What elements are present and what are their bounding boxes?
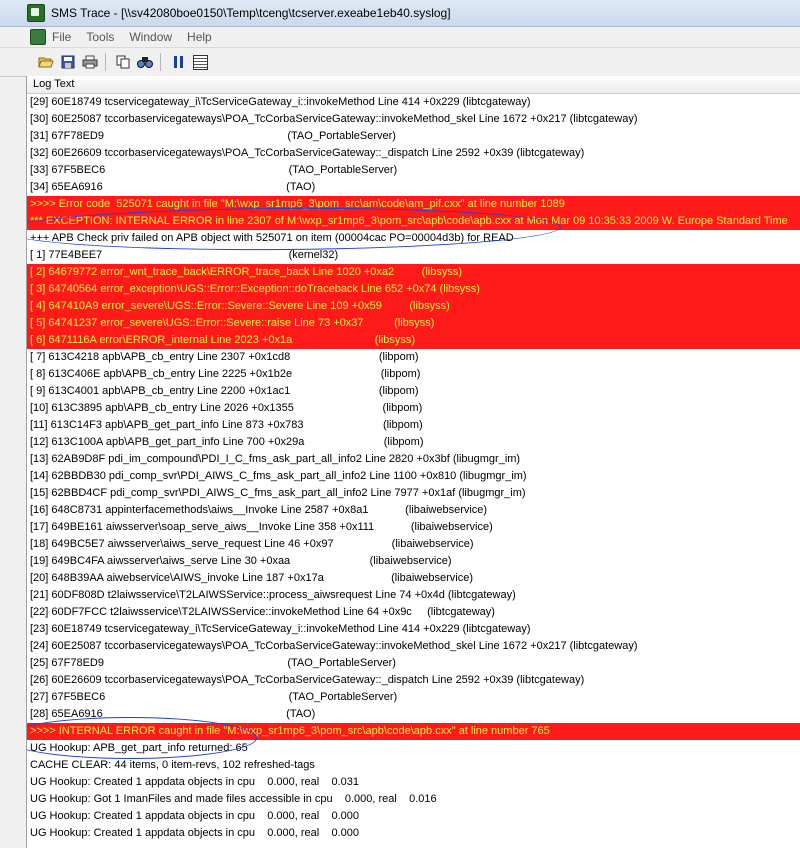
log-row[interactable]: [28] 65EA6916 (TAO): [27, 706, 800, 723]
menu-file[interactable]: File: [52, 30, 80, 44]
log-row[interactable]: [ 7] 613C4218 apb\APB_cb_entry Line 2307…: [27, 349, 800, 366]
log-row-error[interactable]: [ 5] 64741237 error_severe\UGS::Error::S…: [27, 315, 800, 332]
log-row[interactable]: [ 8] 613C406E apb\APB_cb_entry Line 2225…: [27, 366, 800, 383]
log-row[interactable]: [20] 648B39AA aiwebservice\AIWS_invoke L…: [27, 570, 800, 587]
log-row[interactable]: UG Hookup: Created 1 appdata objects in …: [27, 825, 800, 842]
log-row[interactable]: [10] 613C3895 apb\APB_cb_entry Line 2026…: [27, 400, 800, 417]
title-bar: SMS Trace - [\\sv42080boe0150\Temp\tceng…: [0, 0, 800, 27]
menu-bar: File Tools Window Help: [0, 27, 800, 46]
log-rows: [29] 60E18749 tcservicegateway_i\TcServi…: [27, 94, 800, 842]
log-row-error[interactable]: [ 4] 647410A9 error_severe\UGS::Error::S…: [27, 298, 800, 315]
open-icon[interactable]: [36, 52, 56, 72]
log-row[interactable]: +++ APB Check priv failed on APB object …: [27, 230, 800, 247]
log-row[interactable]: UG Hookup: APB_get_part_info returned: 6…: [27, 740, 800, 757]
log-row[interactable]: [13] 62AB9D8F pdi_im_compound\PDI_I_C_fm…: [27, 451, 800, 468]
log-row[interactable]: [22] 60DF7FCC t2laiwsservice\T2LAIWSServ…: [27, 604, 800, 621]
log-row[interactable]: [29] 60E18749 tcservicegateway_i\TcServi…: [27, 94, 800, 111]
log-row-error[interactable]: >>>> INTERNAL ERROR caught in file "M:\w…: [27, 723, 800, 740]
toolbar-separator: [105, 53, 106, 71]
log-row[interactable]: UG Hookup: Created 1 appdata objects in …: [27, 774, 800, 791]
log-row[interactable]: [12] 613C100A apb\APB_get_part_info Line…: [27, 434, 800, 451]
log-row[interactable]: [23] 60E18749 tcservicegateway_i\TcServi…: [27, 621, 800, 638]
copy-icon[interactable]: [113, 52, 133, 72]
log-row[interactable]: [34] 65EA6916 (TAO): [27, 179, 800, 196]
sms-trace-app-icon[interactable]: [27, 4, 45, 22]
log-row[interactable]: [ 1] 77E4BEE7 (kernel32): [27, 247, 800, 264]
log-row-error[interactable]: [ 3] 64740564 error_exception\UGS::Error…: [27, 281, 800, 298]
print-icon[interactable]: [80, 52, 100, 72]
list-view-icon[interactable]: [190, 52, 210, 72]
log-row[interactable]: [24] 60E25087 tccorbaservicegateways\POA…: [27, 638, 800, 655]
log-row[interactable]: [33] 67F5BEC6 (TAO_PortableServer): [27, 162, 800, 179]
log-row[interactable]: UG Hookup: Created 1 appdata objects in …: [27, 808, 800, 825]
log-row[interactable]: [27] 67F5BEC6 (TAO_PortableServer): [27, 689, 800, 706]
save-icon[interactable]: [58, 52, 78, 72]
log-row-error[interactable]: [ 2] 64679772 error_wnt_trace_back\ERROR…: [27, 264, 800, 281]
menu-help[interactable]: Help: [187, 30, 221, 44]
pause-icon[interactable]: [168, 52, 188, 72]
log-row[interactable]: [18] 649BC5E7 aiwsserver\aiws_serve_requ…: [27, 536, 800, 553]
document-icon[interactable]: [30, 28, 46, 45]
log-row[interactable]: [14] 62BBDB30 pdi_comp_svr\PDI_AIWS_C_fm…: [27, 468, 800, 485]
log-list[interactable]: Log Text [29] 60E18749 tcservicegateway_…: [26, 76, 800, 848]
toolbar-separator: [160, 53, 161, 71]
log-row[interactable]: [16] 648C8731 appinterfacemethods\aiws__…: [27, 502, 800, 519]
window-title: SMS Trace - [\\sv42080boe0150\Temp\tceng…: [51, 6, 451, 20]
log-row[interactable]: [19] 649BC4FA aiwsserver\aiws_serve Line…: [27, 553, 800, 570]
menu-tools[interactable]: Tools: [86, 30, 123, 44]
log-row[interactable]: [ 9] 613C4001 apb\APB_cb_entry Line 2200…: [27, 383, 800, 400]
log-row-error[interactable]: >>>> Error code 525071 caught in file "M…: [27, 196, 800, 213]
log-row[interactable]: CACHE CLEAR: 44 items, 0 item-revs, 102 …: [27, 757, 800, 774]
log-row[interactable]: [21] 60DF808D t2laiwsservice\T2LAIWSServ…: [27, 587, 800, 604]
log-row[interactable]: [11] 613C14F3 apb\APB_get_part_info Line…: [27, 417, 800, 434]
log-row[interactable]: [30] 60E25087 tccorbaservicegateways\POA…: [27, 111, 800, 128]
log-row[interactable]: [25] 67F78ED9 (TAO_PortableServer): [27, 655, 800, 672]
log-row[interactable]: [31] 67F78ED9 (TAO_PortableServer): [27, 128, 800, 145]
column-header-log-text[interactable]: Log Text: [27, 76, 800, 94]
log-row[interactable]: [26] 60E26609 tccorbaservicegateways\POA…: [27, 672, 800, 689]
menu-window[interactable]: Window: [129, 30, 181, 44]
log-row-error[interactable]: [ 6] 6471116A error\ERROR_internal Line …: [27, 332, 800, 349]
log-row[interactable]: UG Hookup: Got 1 ImanFiles and made file…: [27, 791, 800, 808]
log-row[interactable]: [15] 62BBD4CF pdi_comp_svr\PDI_AIWS_C_fm…: [27, 485, 800, 502]
log-row[interactable]: [17] 649BE161 aiwsserver\soap_serve_aiws…: [27, 519, 800, 536]
log-row[interactable]: [32] 60E26609 tccorbaservicegateways\POA…: [27, 145, 800, 162]
toolbar: [0, 47, 800, 77]
log-row-error[interactable]: *** EXCEPTION: INTERNAL ERROR in line 23…: [27, 213, 800, 230]
find-icon[interactable]: [135, 52, 155, 72]
